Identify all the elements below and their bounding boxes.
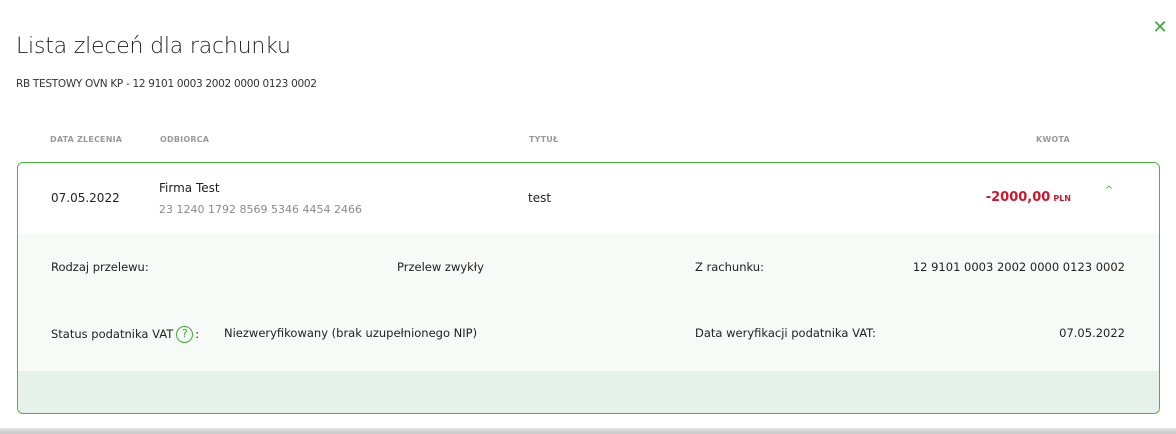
card-footer (18, 371, 1159, 413)
table-header: DATA ZLECENIA ODBIORCA TYTUŁ KWOTA (0, 135, 1176, 149)
order-details: Rodzaj przelewu: Przelew zwykły Z rachun… (18, 234, 1159, 371)
chevron-up-icon[interactable]: ^ (1101, 183, 1117, 199)
order-summary-row[interactable]: 07.05.2022 Firma Test 23 1240 1792 8569 … (18, 163, 1159, 234)
page-title: Lista zleceń dla rachunku (16, 34, 291, 59)
column-header-title: TYTUŁ (529, 135, 559, 144)
vat-verification-label: Data weryfikacji podatnika VAT: (695, 326, 876, 340)
column-header-amount: KWOTA (1036, 135, 1070, 144)
vat-verification-value: 07.05.2022 (1059, 326, 1125, 340)
order-date: 07.05.2022 (51, 191, 120, 205)
vat-status-value: Niezweryfikowany (brak uzupełnionego NIP… (224, 326, 478, 340)
order-card: 07.05.2022 Firma Test 23 1240 1792 8569 … (17, 162, 1160, 414)
order-amount: -2000,00 PLN (986, 190, 1071, 205)
order-title: test (528, 191, 552, 205)
vat-status-colon: : (195, 327, 200, 341)
recipient-name: Firma Test (159, 181, 220, 195)
help-icon[interactable]: ? (176, 326, 194, 343)
transfer-type-value: Przelew zwykły (397, 260, 484, 274)
amount-currency: PLN (1053, 194, 1071, 203)
column-header-recipient: ODBIORCA (160, 135, 210, 144)
transfer-type-label: Rodzaj przelewu: (51, 260, 149, 274)
from-account-label: Z rachunku: (695, 260, 764, 274)
column-header-date: DATA ZLECENIA (50, 135, 123, 144)
vat-status-label: Status podatnika VAT (51, 327, 174, 341)
amount-value: -2000,00 (985, 190, 1051, 205)
recipient-account: 23 1240 1792 8569 5346 4454 2466 (159, 203, 362, 216)
vat-status-row: Status podatnika VAT?: (51, 326, 199, 343)
close-icon[interactable]: ✕ (1150, 18, 1170, 38)
from-account-value: 12 9101 0003 2002 0000 0123 0002 (912, 260, 1125, 274)
dialog-bottom-edge (0, 428, 1176, 434)
account-subtitle: RB TESTOWY OVN KP - 12 9101 0003 2002 00… (16, 78, 317, 90)
